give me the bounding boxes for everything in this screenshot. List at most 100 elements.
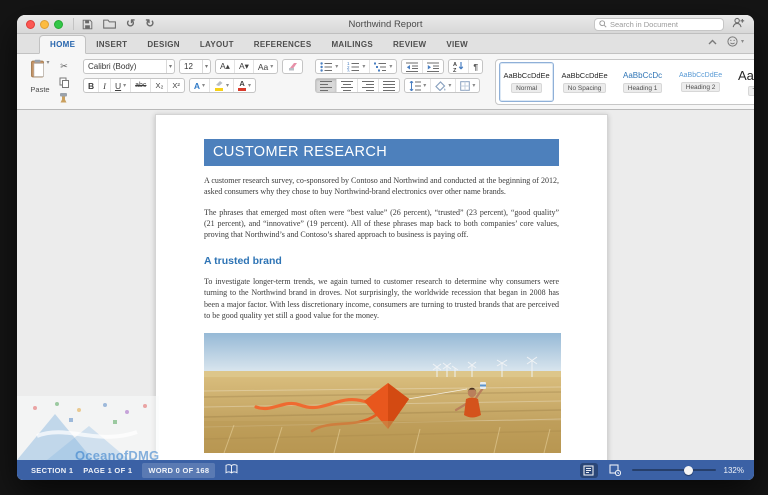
superscript-button[interactable]: X² [168,79,184,92]
zoom-slider[interactable] [631,465,716,475]
numbering-button[interactable]: 1 2 3 ▾ [343,60,371,73]
chevron-down-icon: ▾ [165,60,174,73]
align-right-icon [362,80,375,91]
multilevel-list-button[interactable]: ▾ [370,60,396,73]
align-right-button[interactable] [358,79,380,92]
align-left-button[interactable] [316,79,338,92]
search-input[interactable] [610,19,719,29]
tab-review[interactable]: REVIEW [383,36,436,53]
format-painter-icon[interactable] [57,91,71,104]
paragraph: The phrases that emerged most often were… [204,207,559,240]
undo-button[interactable]: ↺ [126,19,135,30]
justify-button[interactable] [379,79,399,92]
align-left-icon [320,80,333,91]
sort-button[interactable]: AZ [449,60,470,73]
page-indicator[interactable]: PAGE 1 OF 1 [83,466,132,475]
zoom-slider-thumb[interactable] [683,465,693,475]
close-window-button[interactable] [26,19,35,29]
line-spacing-button[interactable]: ▾ [405,79,432,92]
justify-icon [383,80,396,91]
font-size-combo[interactable]: 12 ▾ [179,59,211,74]
bullets-button[interactable]: ▾ [316,60,344,73]
font-name-combo[interactable]: Calibri (Body) ▾ [83,59,175,74]
ribbon: ▾ Paste ✂ Calibri (Body) ▾ 12 ▾ A▴ A▾ Aa… [17,54,754,110]
paragraph-group: ▾ 1 2 3 ▾ ▾ A Z ¶ ▾ ▾ ▾ [315,59,484,105]
traffic-lights [26,19,63,29]
style-chip-no-spacing[interactable]: AaBbCcDdEe No Spacing [557,62,612,102]
styles-gallery: AaBbCcDdEe Normal AaBbCcDdEe No Spacing … [495,59,754,105]
underline-button[interactable]: U ▾ [111,79,132,92]
style-chip-title[interactable]: AaBbC Title [731,62,754,102]
minimize-window-button[interactable] [40,19,49,29]
document-subheading: A trusted brand [204,254,282,267]
tab-view[interactable]: VIEW [436,36,478,53]
tab-design[interactable]: DESIGN [137,36,189,53]
borders-button[interactable]: ▾ [456,79,479,92]
grow-font-button[interactable]: A▴ [216,60,235,73]
paragraph: A customer research survey, co-sponsored… [204,176,559,197]
zoom-window-button[interactable] [54,19,63,29]
align-center-button[interactable] [337,79,359,92]
shrink-font-button[interactable]: A▾ [235,60,254,73]
search-field[interactable] [594,15,724,33]
subscript-button[interactable]: X₂ [151,79,169,92]
paste-dropdown-arrow[interactable]: ▾ [46,59,49,66]
web-layout-view-button[interactable] [606,463,624,478]
feedback-smiley-icon[interactable]: ▾ [727,35,744,47]
text-effects-button[interactable]: A ▾ [190,79,211,92]
zoom-percentage[interactable]: 132% [724,466,744,475]
document-page[interactable]: CUSTOMER RESEARCH A customer research su… [155,114,608,460]
clear-formatting-button[interactable] [283,60,302,73]
chevron-down-icon: ▾ [740,38,744,45]
status-bar: SECTION 1 PAGE 1 OF 1 WORD 0 OF 168 132% [17,460,754,480]
document-canvas[interactable]: CUSTOMER RESEARCH A customer research su… [17,110,754,460]
oceanofdmg-watermark: OceanofDMG [17,396,159,460]
strikethrough-button[interactable]: abc [131,79,152,92]
print-layout-view-button[interactable] [579,462,598,478]
chevron-down-icon: ▾ [201,60,210,73]
word-count-indicator[interactable]: WORD 0 OF 168 [142,462,216,478]
document-title-banner: CUSTOMER RESEARCH [204,139,559,166]
section-indicator[interactable]: SECTION 1 [31,466,73,475]
ribbon-tab-bar: HOME INSERT DESIGN LAYOUT REFERENCES MAI… [17,34,754,54]
tab-references[interactable]: REFERENCES [244,36,322,53]
highlight-button[interactable]: ▾ [210,79,235,92]
redo-button[interactable]: ↻ [145,19,154,30]
zoom-slider-track[interactable] [631,468,716,472]
clipboard-group: ▾ Paste ✂ [25,59,71,105]
bold-button[interactable]: B [84,79,100,92]
style-chip-normal[interactable]: AaBbCcDdEe Normal [499,62,555,102]
italic-button[interactable]: I [99,79,111,92]
collapse-ribbon-icon[interactable] [708,32,717,50]
style-chip-heading-2[interactable]: AaBbCcDdEe Heading 2 [673,62,728,102]
tab-insert[interactable]: INSERT [86,36,137,53]
word-window: ↺ ↻ Northwind Report HOME INSERT DESIGN … [17,15,754,480]
search-icon [599,15,607,33]
save-button[interactable] [82,19,93,30]
paste-button[interactable]: ▾ Paste [25,59,55,105]
watermark-text: OceanofDMG [75,448,159,460]
increase-indent-button[interactable] [423,60,443,73]
tab-mailings[interactable]: MAILINGS [321,36,383,53]
highlight-icon [214,80,224,91]
proofing-book-icon[interactable] [225,461,238,479]
align-center-icon [341,80,354,91]
font-color-button[interactable]: A ▾ [234,79,255,92]
tab-home[interactable]: HOME [39,35,87,54]
cut-icon[interactable]: ✂ [57,60,71,73]
show-paragraph-marks-button[interactable]: ¶ [469,60,482,73]
svg-text:Z: Z [453,68,457,72]
open-file-button[interactable] [103,19,116,29]
font-color-swatch [238,88,247,91]
change-case-button[interactable]: Aa ▾ [254,60,277,73]
decrease-indent-button[interactable] [402,60,424,73]
tab-layout[interactable]: LAYOUT [190,36,244,53]
svg-text:3: 3 [347,68,350,72]
copy-icon[interactable] [57,76,71,89]
titlebar-divider [73,18,74,30]
title-bar: ↺ ↻ Northwind Report [17,15,754,34]
shading-button[interactable]: ▾ [431,79,457,92]
document-photo-kite-field[interactable] [204,333,561,454]
share-icon[interactable] [732,15,745,33]
style-chip-heading-1[interactable]: AaBbCcDc Heading 1 [615,62,670,102]
